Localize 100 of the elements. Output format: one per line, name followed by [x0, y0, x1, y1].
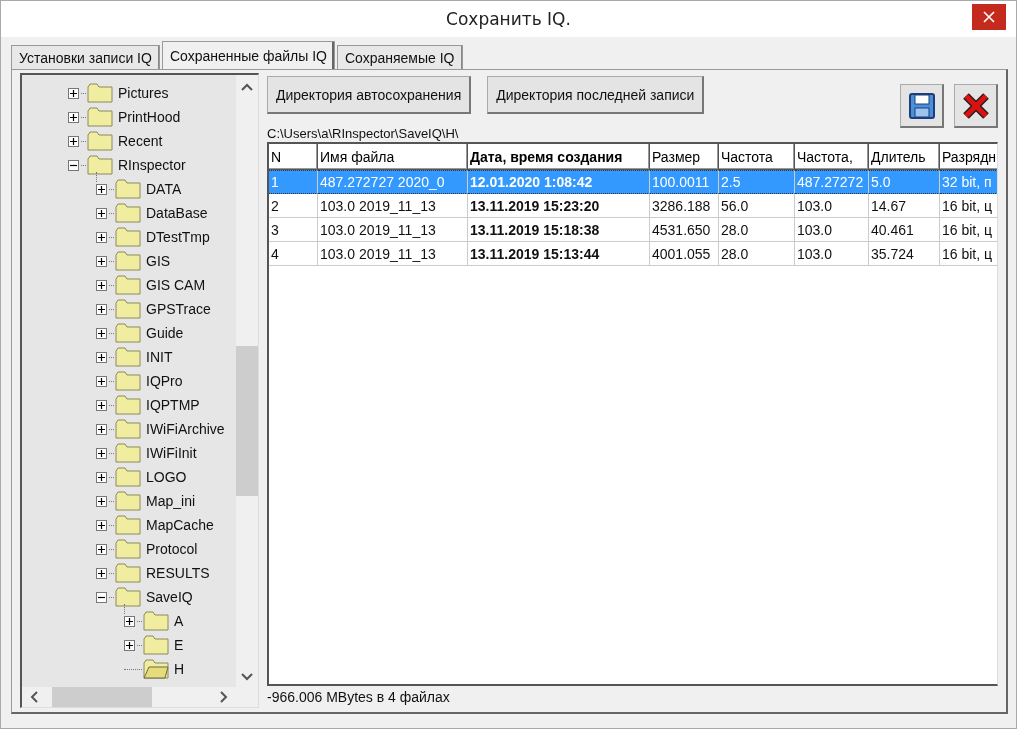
column-header[interactable]: Длитель — [869, 144, 940, 170]
table-cell[interactable]: 35.724 — [869, 242, 940, 266]
folder-icon — [87, 155, 113, 175]
directory-button[interactable]: Директория автосохранения — [267, 76, 472, 114]
scroll-left-icon[interactable] — [30, 691, 38, 703]
tab[interactable]: Сохраняемые IQ — [336, 45, 463, 69]
expand-icon[interactable] — [96, 567, 107, 579]
tree-item[interactable]: Recent — [118, 133, 163, 149]
tree-item[interactable]: A — [174, 613, 184, 629]
table-cell[interactable]: 28.0 — [719, 242, 795, 266]
directory-button[interactable]: Директория последней записи — [487, 76, 705, 114]
table-cell[interactable]: 103.0 — [795, 194, 869, 218]
table-cell[interactable]: 14.67 — [869, 194, 940, 218]
scroll-right-icon[interactable] — [220, 691, 228, 703]
folder-icon — [115, 347, 141, 367]
folder-icon — [115, 371, 141, 391]
tree-item[interactable]: DTestTmp — [146, 229, 210, 245]
expand-icon[interactable] — [68, 111, 79, 123]
column-header[interactable]: Имя файла — [318, 144, 468, 170]
tree-item[interactable]: RESULTS — [146, 565, 210, 581]
expand-icon[interactable] — [68, 87, 79, 99]
table-cell[interactable]: 13.11.2019 15:23:20 — [468, 194, 650, 218]
expand-icon[interactable] — [96, 231, 107, 243]
tree-item[interactable]: DataBase — [146, 205, 208, 221]
folder-icon — [115, 419, 141, 439]
scroll-up-icon[interactable] — [241, 83, 253, 91]
expand-icon[interactable] — [124, 639, 135, 651]
column-header[interactable]: Размер — [650, 144, 719, 170]
folder-icon — [115, 539, 141, 559]
tree-item[interactable]: RInspector — [118, 157, 186, 173]
tree-item[interactable]: GPSTrace — [146, 301, 211, 317]
tree-item[interactable]: IQPTMP — [146, 397, 200, 413]
folder-icon — [115, 275, 141, 295]
tree-item[interactable]: Pictures — [118, 85, 169, 101]
collapse-icon[interactable] — [68, 159, 79, 171]
expand-icon[interactable] — [96, 495, 107, 507]
expand-icon[interactable] — [96, 375, 107, 387]
expand-icon[interactable] — [96, 351, 107, 363]
table-cell[interactable]: 56.0 — [719, 194, 795, 218]
table-cell[interactable]: 103.0 — [795, 242, 869, 266]
table-cell[interactable]: 103.0 2019_11_13 — [318, 242, 468, 266]
tree-item[interactable]: E — [174, 637, 184, 653]
table-cell[interactable]: 103.0 2019_11_13 — [318, 218, 468, 242]
column-header[interactable]: Частота, — [795, 144, 869, 170]
expand-icon[interactable] — [96, 399, 107, 411]
scroll-thumb[interactable] — [52, 687, 152, 707]
collapse-icon[interactable] — [96, 591, 107, 603]
table-cell[interactable]: 103.0 — [795, 218, 869, 242]
tree-item[interactable]: Protocol — [146, 541, 198, 557]
scroll-thumb[interactable] — [236, 346, 258, 496]
tree-item[interactable]: GIS — [146, 253, 171, 269]
table-cell[interactable]: 103.0 2019_11_13 — [318, 194, 468, 218]
table-cell[interactable]: 3 — [269, 218, 318, 242]
tree-item[interactable]: INIT — [146, 349, 173, 365]
table-cell[interactable]: 28.0 — [719, 218, 795, 242]
expand-icon[interactable] — [96, 303, 107, 315]
tree-item[interactable]: DATA — [146, 181, 182, 197]
table-cell[interactable]: 2 — [269, 194, 318, 218]
table-cell[interactable]: 4001.055 — [650, 242, 719, 266]
tab[interactable]: Сохраненные файлы IQ — [161, 41, 335, 69]
folder-icon — [115, 323, 141, 343]
table-cell[interactable]: 4 — [269, 242, 318, 266]
table-cell[interactable]: 40.461 — [869, 218, 940, 242]
close-button[interactable] — [972, 4, 1006, 30]
column-header[interactable]: Частота — [719, 144, 795, 170]
expand-icon[interactable] — [68, 135, 79, 147]
tree-item[interactable]: SaveIQ — [146, 589, 193, 605]
expand-icon[interactable] — [96, 423, 107, 435]
column-header[interactable]: N — [269, 144, 318, 170]
expand-icon[interactable] — [96, 471, 107, 483]
expand-icon[interactable] — [96, 207, 107, 219]
table-cell[interactable]: 13.11.2019 15:18:38 — [468, 218, 650, 242]
expand-icon[interactable] — [96, 543, 107, 555]
tree-item[interactable]: IQPro — [146, 373, 183, 389]
expand-icon[interactable] — [96, 255, 107, 267]
save-button[interactable] — [900, 84, 944, 128]
tree-item[interactable]: PrintHood — [118, 109, 181, 125]
expand-icon[interactable] — [96, 327, 107, 339]
expand-icon[interactable] — [96, 519, 107, 531]
folder-icon — [143, 635, 169, 655]
tree-item[interactable]: IWiFiInit — [146, 445, 197, 461]
tree-item[interactable]: MapCache — [146, 517, 214, 533]
folder-icon — [115, 515, 141, 535]
table-cell[interactable]: 13.11.2019 15:13:44 — [468, 242, 650, 266]
tree-item[interactable]: H — [174, 661, 185, 677]
tree-item[interactable]: LOGO — [146, 469, 187, 485]
expand-icon[interactable] — [96, 279, 107, 291]
tree-item[interactable]: GIS CAM — [146, 277, 206, 293]
tree-item[interactable]: IWiFiArchive — [146, 421, 225, 437]
tree-item[interactable]: Guide — [146, 325, 184, 341]
expand-icon[interactable] — [96, 183, 107, 195]
column-header[interactable]: Дата, время создания — [468, 144, 650, 170]
cancel-button[interactable] — [954, 84, 998, 128]
expand-icon[interactable] — [96, 447, 107, 459]
scroll-down-icon[interactable] — [241, 673, 253, 681]
table-cell[interactable]: 3286.188 — [650, 194, 719, 218]
table-cell[interactable]: 4531.650 — [650, 218, 719, 242]
expand-icon[interactable] — [124, 615, 135, 627]
tree-item[interactable]: Map_ini — [146, 493, 196, 509]
tab[interactable]: Установки записи IQ — [11, 45, 160, 69]
